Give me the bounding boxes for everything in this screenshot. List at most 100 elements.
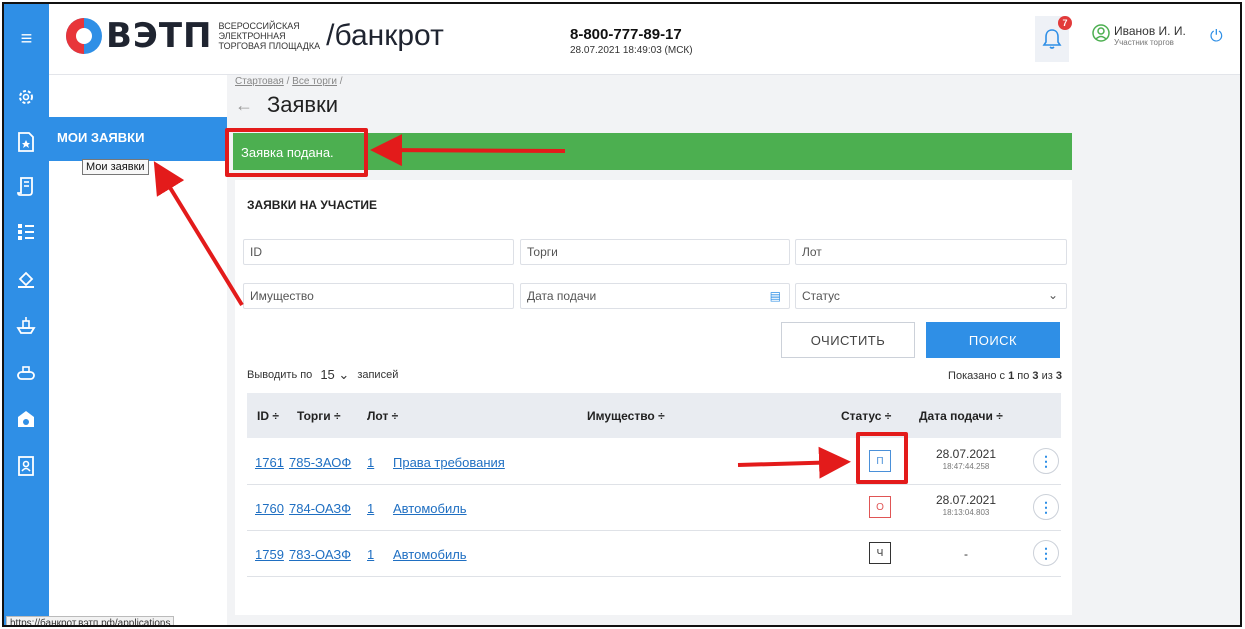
search-button[interactable]: ПОИСК bbox=[926, 322, 1060, 358]
th-property-label: Имущество bbox=[587, 409, 655, 423]
row-date: 28.07.2021 bbox=[935, 447, 997, 461]
notification-badge: 7 bbox=[1058, 16, 1072, 30]
applications-card: ЗАЯВКИ НА УЧАСТИЕ ID Торги Лот Имущество… bbox=[235, 180, 1072, 615]
page-title-row: ← Заявки bbox=[235, 92, 338, 118]
per-page-control: Выводить по 15 ⌄ записей bbox=[247, 367, 398, 383]
row-id-link[interactable]: 1759 bbox=[255, 547, 284, 562]
row-more-icon[interactable]: ⋮ bbox=[1033, 494, 1059, 520]
sort-icon: ÷ bbox=[884, 409, 892, 423]
logo[interactable]: ВЭТП Всероссийская электронная торговая … bbox=[66, 16, 444, 56]
chevron-down-icon: ⌄ bbox=[1047, 288, 1058, 302]
status-filter-placeholder: Статус bbox=[802, 289, 840, 303]
lot-filter-input[interactable]: Лот bbox=[795, 239, 1067, 265]
app-window: ≡ ВЭТП Всероссийская электронная торгова… bbox=[2, 2, 1242, 627]
id-filter-input[interactable]: ID bbox=[243, 239, 514, 265]
row-more-icon[interactable]: ⋮ bbox=[1033, 540, 1059, 566]
th-trades[interactable]: Торги ÷ bbox=[297, 409, 341, 423]
row-more-icon[interactable]: ⋮ bbox=[1033, 448, 1059, 474]
annotation-highlight-status bbox=[856, 432, 908, 484]
bank-building-icon[interactable] bbox=[14, 407, 38, 431]
status-badge: Ч bbox=[869, 542, 891, 564]
per-page-suffix: записей bbox=[357, 369, 399, 381]
back-arrow-icon[interactable]: ← bbox=[235, 95, 253, 116]
shown-total: 3 bbox=[1055, 370, 1062, 382]
calendar-icon[interactable]: ▤ bbox=[770, 289, 781, 303]
row-trade-link[interactable]: 785-ЗАОФ bbox=[289, 455, 351, 470]
shown-to: 3 bbox=[1032, 370, 1039, 382]
row-lot-link[interactable]: 1 bbox=[367, 547, 374, 562]
trades-filter-input[interactable]: Торги bbox=[520, 239, 790, 265]
row-property-link[interactable]: Автомобиль bbox=[393, 547, 467, 562]
logout-icon[interactable]: ⏻ bbox=[1210, 28, 1223, 46]
table-row: 1760 784-ОАЗФ 1 Автомобиль О 28.07.2021 … bbox=[247, 485, 1061, 531]
pagination-summary: Показано с 1 по 3 из 3 bbox=[948, 370, 1062, 382]
logo-sub-line3: торговая площадка bbox=[218, 41, 321, 51]
th-lot[interactable]: Лот ÷ bbox=[367, 409, 398, 423]
th-date-label: Дата подачи bbox=[919, 409, 993, 423]
row-lot-link[interactable]: 1 bbox=[367, 455, 374, 470]
status-filter-select[interactable]: Статус ⌄ bbox=[795, 283, 1067, 309]
per-page-prefix: Выводить по bbox=[247, 369, 313, 381]
page-title: Заявки bbox=[267, 92, 339, 117]
row-date: - bbox=[964, 547, 968, 561]
server-datetime: 28.07.2021 18:49:03 (МСК) bbox=[570, 45, 693, 56]
shown-from: 1 bbox=[1008, 370, 1015, 382]
date-filter-placeholder: Дата подачи bbox=[527, 289, 597, 303]
property-filter-input[interactable]: Имущество bbox=[243, 283, 514, 309]
row-id-link[interactable]: 1761 bbox=[255, 455, 284, 470]
th-status[interactable]: Статус ÷ bbox=[841, 409, 891, 423]
sort-icon: ÷ bbox=[272, 409, 279, 423]
row-lot-link[interactable]: 1 bbox=[367, 501, 374, 516]
settings-icon[interactable] bbox=[14, 85, 38, 109]
per-page-select[interactable]: 15 ⌄ bbox=[320, 367, 349, 383]
per-page-value: 15 bbox=[320, 367, 335, 382]
hamburger-menu-icon[interactable]: ≡ bbox=[4, 4, 49, 75]
row-date: 28.07.2021 bbox=[935, 493, 997, 507]
row-property-link[interactable]: Автомобиль bbox=[393, 501, 467, 516]
row-trade-link[interactable]: 784-ОАЗФ bbox=[289, 501, 351, 516]
date-filter-field[interactable]: Дата подачи ▤ bbox=[520, 283, 790, 309]
contact-block: 8-800-777-89-17 28.07.2021 18:49:03 (МСК… bbox=[570, 26, 693, 56]
logo-mark-icon bbox=[66, 18, 102, 54]
address-book-icon[interactable] bbox=[14, 454, 38, 478]
logo-subtitle: Всероссийская электронная торговая площа… bbox=[219, 21, 321, 51]
contract-scroll-icon[interactable] bbox=[14, 174, 38, 198]
breadcrumb-separator: / bbox=[286, 76, 290, 87]
user-name: Иванов И. И. bbox=[1114, 24, 1186, 38]
shown-of-word: из bbox=[1041, 370, 1053, 382]
row-trade-link[interactable]: 783-ОАЗФ bbox=[289, 547, 351, 562]
breadcrumb-home-link[interactable]: Стартовая bbox=[235, 76, 284, 87]
tooltip: Мои заявки bbox=[82, 159, 149, 175]
th-id[interactable]: ID ÷ bbox=[257, 409, 279, 423]
sort-icon: ÷ bbox=[391, 409, 399, 423]
card-title: ЗАЯВКИ НА УЧАСТИЕ bbox=[247, 198, 378, 212]
row-property-link[interactable]: Права требования bbox=[393, 455, 505, 470]
secondary-sidebar: МОИ ЗАЯВКИ Мои заявки bbox=[49, 75, 227, 625]
th-property[interactable]: Имущество ÷ bbox=[587, 409, 665, 423]
ship-icon[interactable] bbox=[14, 313, 38, 337]
clear-button[interactable]: ОЧИСТИТЬ bbox=[781, 322, 915, 358]
th-status-label: Статус bbox=[841, 409, 882, 423]
top-header: ≡ ВЭТП Всероссийская электронная торгова… bbox=[4, 4, 1240, 75]
logo-sub-line1: Всероссийская bbox=[218, 21, 300, 31]
breadcrumb-all-trades-link[interactable]: Все торги bbox=[292, 76, 337, 87]
annotation-highlight-alert bbox=[225, 128, 368, 177]
sidebar-item-my-applications[interactable]: МОИ ЗАЯВКИ bbox=[49, 117, 227, 161]
row-id-link[interactable]: 1760 bbox=[255, 501, 284, 516]
row-time: 18:47:44.258 bbox=[942, 462, 990, 471]
icon-rail bbox=[4, 75, 49, 625]
user-role: Участник торгов bbox=[1114, 38, 1174, 47]
th-date[interactable]: Дата подачи ÷ bbox=[919, 409, 1003, 423]
status-badge: О bbox=[869, 496, 891, 518]
chevron-down-icon: ⌄ bbox=[338, 367, 350, 382]
table-row: 1759 783-ОАЗФ 1 Автомобиль Ч - ⋮ bbox=[247, 531, 1061, 577]
row-time: 18:13:04.803 bbox=[942, 508, 990, 517]
user-menu[interactable]: Иванов И. И. Участник торгов bbox=[1092, 24, 1186, 47]
list-icon[interactable] bbox=[14, 220, 38, 244]
breadcrumb-separator: / bbox=[339, 76, 343, 87]
user-avatar-icon bbox=[1092, 24, 1110, 42]
sort-icon: ÷ bbox=[658, 409, 665, 423]
submarine-icon[interactable] bbox=[14, 360, 38, 384]
auction-gavel-icon[interactable] bbox=[14, 267, 38, 291]
applications-document-icon[interactable] bbox=[14, 130, 38, 154]
